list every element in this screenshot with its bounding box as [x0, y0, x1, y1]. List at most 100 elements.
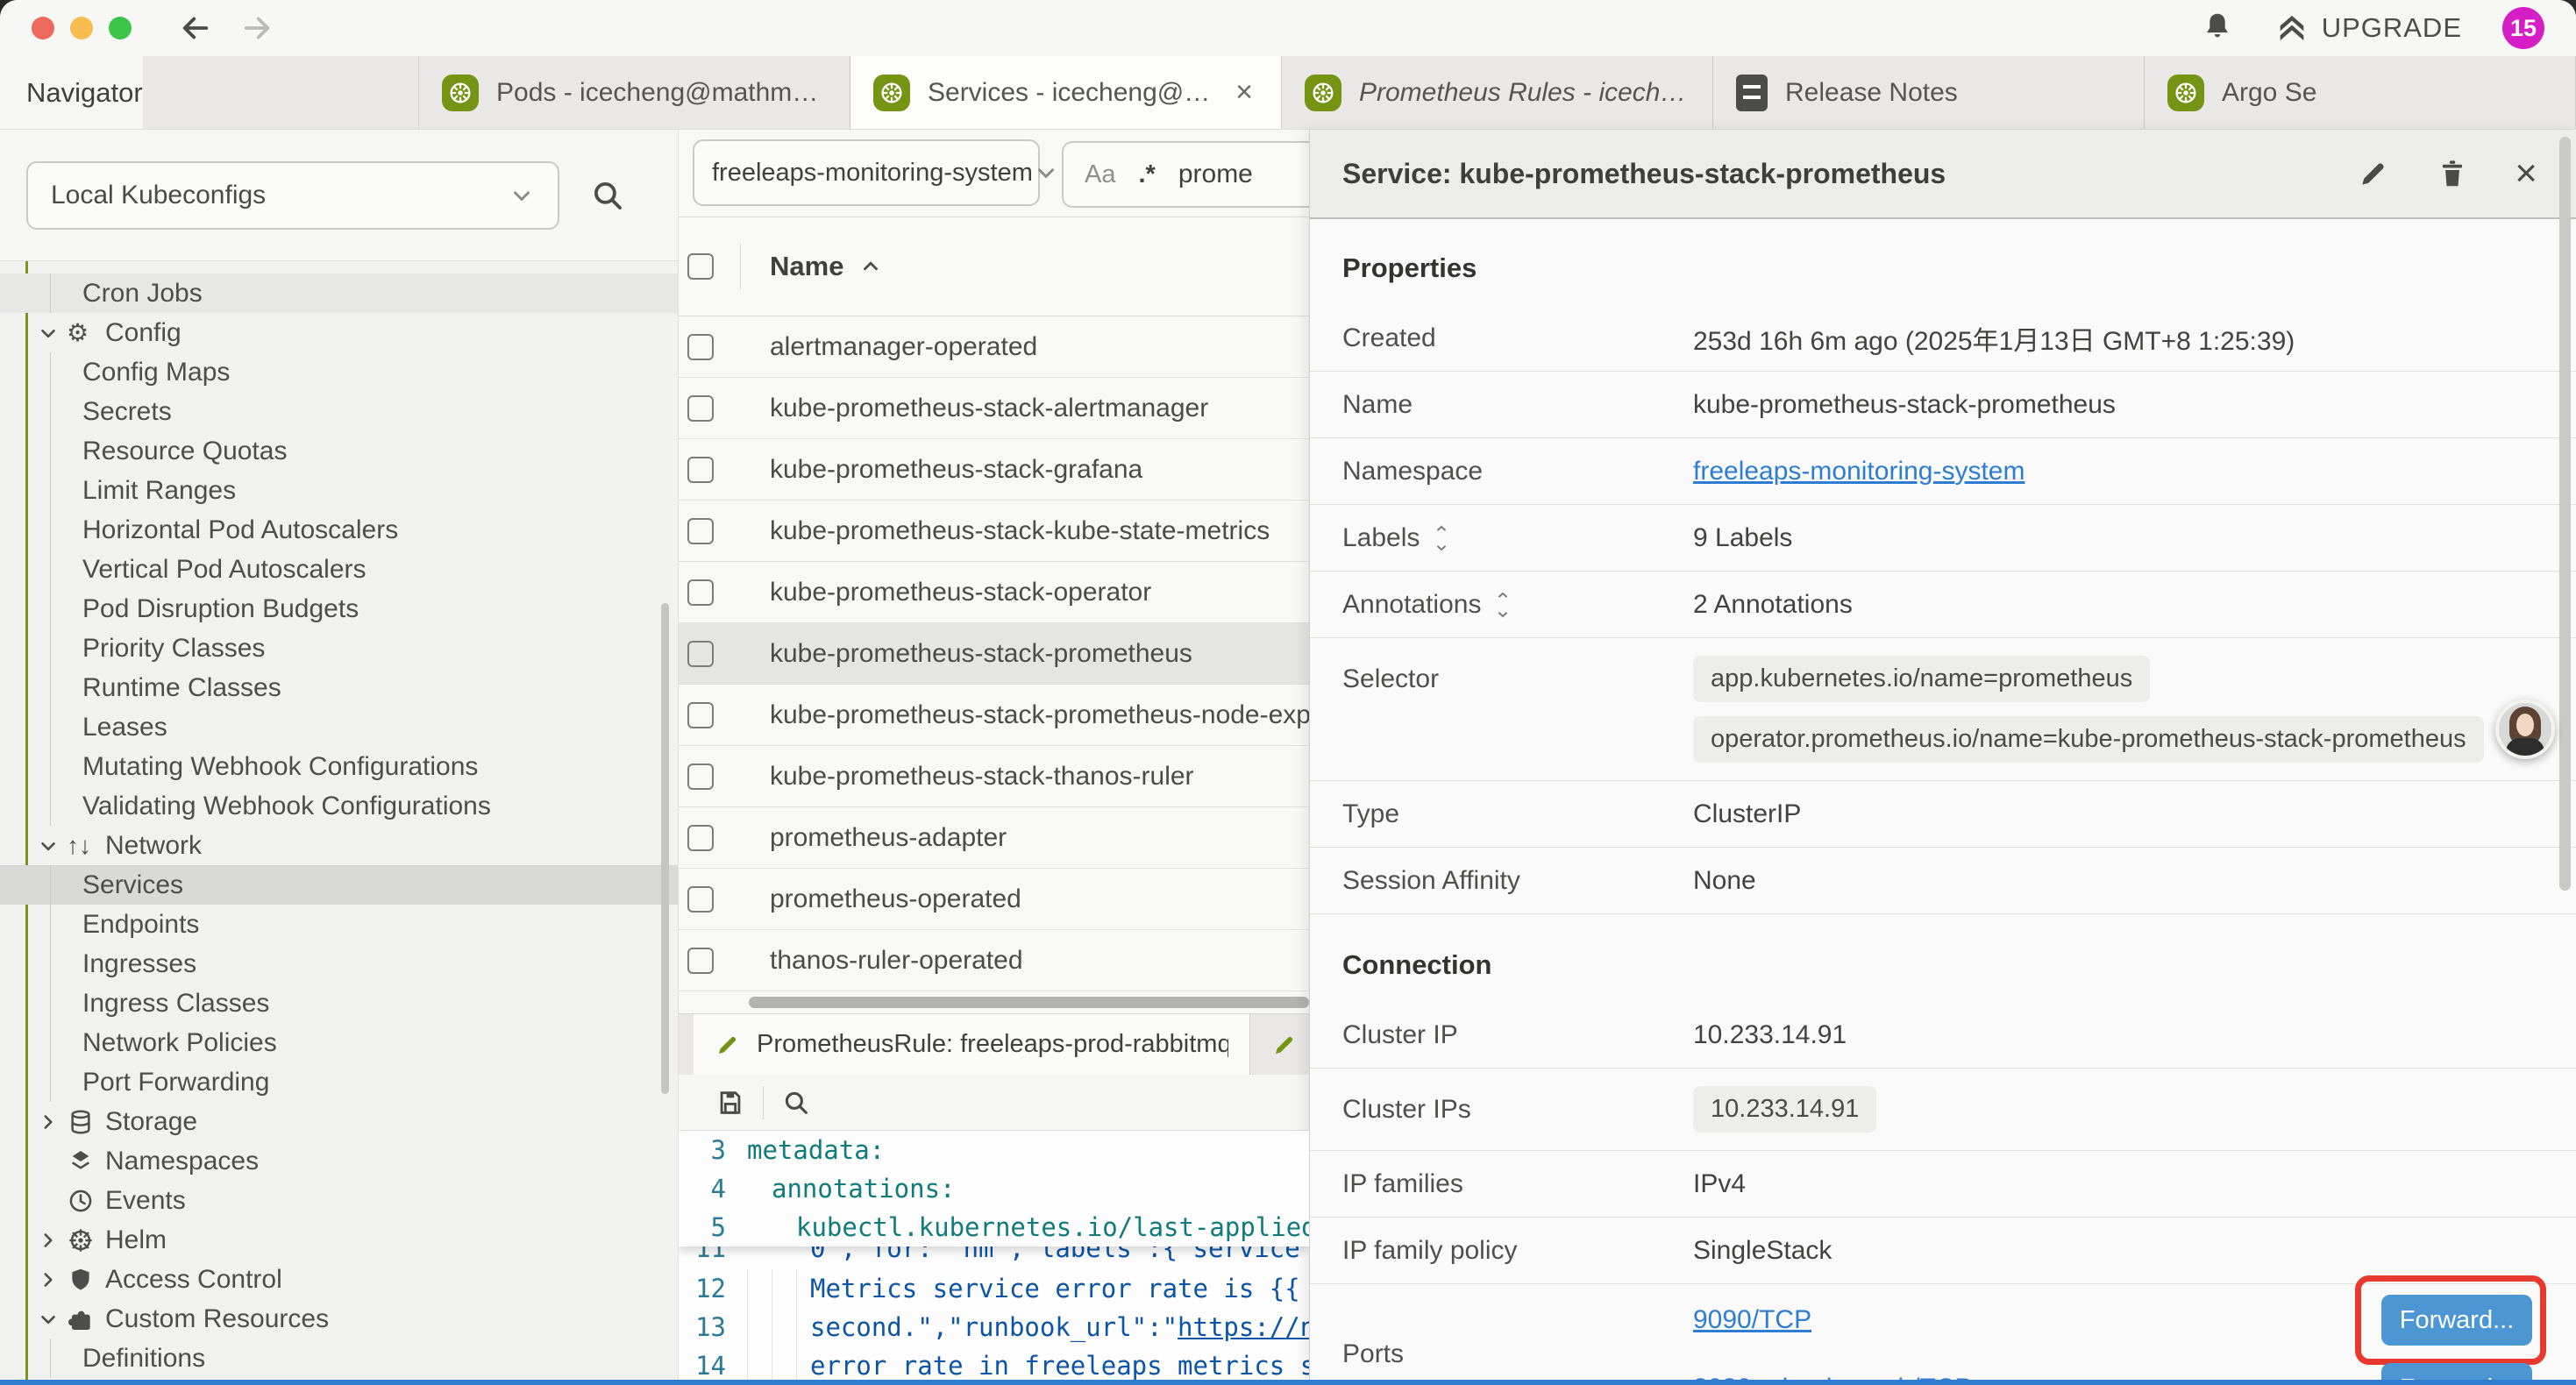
table-row[interactable]: prometheus-adapter — [679, 807, 1309, 869]
tree-indent-guide — [50, 984, 51, 1023]
tab-release-notes[interactable]: Release Notes — [1713, 56, 2145, 129]
back-icon[interactable] — [177, 10, 214, 46]
sidebar-item-storage[interactable]: Storage — [0, 1102, 678, 1141]
sidebar-item-mutating-webhook-configurations[interactable]: Mutating Webhook Configurations — [0, 747, 678, 786]
sidebar-item-port-forwarding[interactable]: Port Forwarding — [0, 1062, 678, 1102]
row-checkbox[interactable] — [687, 395, 714, 422]
search-icon[interactable] — [589, 177, 626, 214]
detail-panel-scrollbar[interactable] — [2559, 137, 2571, 891]
gear-icon: ⚙ — [67, 318, 89, 347]
table-row[interactable]: kube-prometheus-stack-alertmanager — [679, 378, 1309, 439]
sidebar-item-config-maps[interactable]: Config Maps — [0, 352, 678, 392]
tab-services-icecheng-math[interactable]: Services - icecheng@math...× — [850, 56, 1282, 129]
table-row[interactable]: kube-prometheus-stack-operator — [679, 562, 1309, 623]
editor-tab-next[interactable] — [1250, 1014, 1309, 1075]
yaml-editor[interactable]: 3metadata:4annotations:5kubectl.kubernet… — [679, 1131, 1309, 1385]
sidebar-item-ingresses[interactable]: Ingresses — [0, 944, 678, 984]
forward-button[interactable]: Forward... — [2381, 1295, 2532, 1346]
detail-row-namespace: Namespacefreeleaps-monitoring-system — [1310, 438, 2576, 505]
sidebar-item-resource-quotas[interactable]: Resource Quotas — [0, 431, 678, 471]
code-link[interactable]: https://net — [1178, 1312, 1309, 1342]
table-row[interactable]: alertmanager-operated — [679, 316, 1309, 378]
upgrade-button[interactable]: UPGRADE — [2274, 11, 2462, 46]
sidebar-item-leases[interactable]: Leases — [0, 707, 678, 747]
select-all-checkbox[interactable] — [687, 253, 714, 280]
sidebar-item-namespaces[interactable]: Namespaces — [0, 1141, 678, 1181]
window-bottom-accent — [0, 1380, 2576, 1385]
row-checkbox[interactable] — [687, 702, 714, 728]
close-icon[interactable]: × — [2515, 154, 2537, 193]
namespace-link[interactable]: freeleaps-monitoring-system — [1693, 457, 2025, 487]
regex-toggle[interactable]: .* — [1138, 160, 1155, 189]
bell-icon[interactable] — [2201, 10, 2234, 43]
save-icon[interactable] — [698, 1088, 763, 1118]
tab-navigator[interactable]: Navigator — [0, 56, 143, 129]
namespace-selector[interactable]: freeleaps-monitoring-system — [693, 139, 1040, 206]
row-checkbox[interactable] — [687, 579, 714, 606]
sidebar-item-vertical-pod-autoscalers[interactable]: Vertical Pod Autoscalers — [0, 550, 678, 589]
row-checkbox[interactable] — [687, 334, 714, 360]
notification-badge[interactable]: 15 — [2502, 7, 2544, 49]
sort-toggle-icon[interactable] — [1493, 592, 1512, 618]
name-column-header[interactable]: Name — [770, 251, 882, 282]
sidebar-item-ingress-classes[interactable]: Ingress Classes — [0, 984, 678, 1023]
tree-indent-guide — [50, 707, 51, 747]
table-row[interactable]: kube-prometheus-stack-kube-state-metrics — [679, 501, 1309, 562]
tab-prometheus-rules-icecheng[interactable]: Prometheus Rules - icecheng... — [1282, 56, 1713, 129]
tab-argo-se[interactable]: Argo Se — [2145, 56, 2576, 129]
sidebar-item-network[interactable]: ↑↓Network — [0, 826, 678, 865]
sidebar-item-limit-ranges[interactable]: Limit Ranges — [0, 471, 678, 510]
sidebar-item-endpoints[interactable]: Endpoints — [0, 905, 678, 944]
horizontal-scrollbar[interactable] — [679, 991, 1309, 1013]
list-search-input[interactable]: Aa .* prome — [1062, 141, 1309, 208]
sidebar-item-custom-resources[interactable]: Custom Resources — [0, 1299, 678, 1339]
sort-toggle-icon[interactable] — [1432, 525, 1451, 551]
sidebar-item-services[interactable]: Services — [0, 865, 678, 905]
port-link[interactable]: 9090/TCP — [1693, 1305, 1811, 1335]
sidebar-item-network-policies[interactable]: Network Policies — [0, 1023, 678, 1062]
user-avatar[interactable] — [2495, 700, 2555, 759]
forward-icon[interactable] — [238, 10, 275, 46]
minimize-window-button[interactable] — [70, 17, 93, 39]
section-title: Connection — [1310, 914, 2576, 1002]
editor-tab-prometheusrule[interactable]: PrometheusRule: freeleaps-prod-rabbitmq — [694, 1014, 1250, 1075]
sidebar-item-secrets[interactable]: Secrets — [0, 392, 678, 431]
sidebar-item-pod-disruption-budgets[interactable]: Pod Disruption Budgets — [0, 589, 678, 629]
zoom-window-button[interactable] — [109, 17, 132, 39]
search-icon[interactable] — [764, 1088, 829, 1118]
row-checkbox[interactable] — [687, 641, 714, 667]
sidebar-item-runtime-classes[interactable]: Runtime Classes — [0, 668, 678, 707]
close-window-button[interactable] — [32, 17, 54, 39]
row-checkbox[interactable] — [687, 948, 714, 974]
table-row[interactable]: thanos-ruler-operated — [679, 930, 1309, 991]
delete-icon[interactable] — [2436, 154, 2469, 193]
table-row[interactable]: kube-prometheus-stack-prometheus-node-ex… — [679, 685, 1309, 746]
sidebar-item-definitions[interactable]: Definitions — [0, 1339, 678, 1378]
sidebar-item-validating-webhook-configurations[interactable]: Validating Webhook Configurations — [0, 786, 678, 826]
sidebar-item-label: Config — [0, 318, 181, 348]
sidebar-item-label: Validating Webhook Configurations — [0, 792, 491, 821]
row-checkbox[interactable] — [687, 825, 714, 851]
kubeconfig-selector[interactable]: Local Kubeconfigs — [26, 161, 559, 230]
sidebar-item-helm[interactable]: Helm — [0, 1220, 678, 1260]
row-checkbox[interactable] — [687, 518, 714, 544]
row-checkbox[interactable] — [687, 764, 714, 790]
table-row[interactable]: kube-prometheus-stack-grafana — [679, 439, 1309, 501]
sidebar-item-horizontal-pod-autoscalers[interactable]: Horizontal Pod Autoscalers — [0, 510, 678, 550]
sidebar-item-config[interactable]: ⚙Config — [0, 313, 678, 352]
line-number: 14 — [679, 1351, 726, 1381]
close-tab-icon[interactable]: × — [1230, 75, 1258, 110]
edit-icon[interactable] — [2357, 154, 2390, 193]
sidebar-item-access-control[interactable]: Access Control — [0, 1260, 678, 1299]
match-case-toggle[interactable]: Aa — [1085, 160, 1115, 189]
sidebar-item-cron-jobs[interactable]: Cron Jobs — [0, 273, 678, 313]
table-row[interactable]: kube-prometheus-stack-thanos-ruler — [679, 746, 1309, 807]
row-checkbox[interactable] — [687, 457, 714, 483]
row-checkbox[interactable] — [687, 886, 714, 913]
table-row[interactable]: kube-prometheus-stack-prometheus — [679, 623, 1309, 685]
sidebar-scrollbar[interactable] — [661, 603, 669, 1094]
sidebar-item-events[interactable]: Events — [0, 1181, 678, 1220]
table-row[interactable]: prometheus-operated — [679, 869, 1309, 930]
sidebar-item-priority-classes[interactable]: Priority Classes — [0, 629, 678, 668]
tab-pods-icecheng-mathmas[interactable]: Pods - icecheng@mathmas... — [419, 56, 850, 129]
